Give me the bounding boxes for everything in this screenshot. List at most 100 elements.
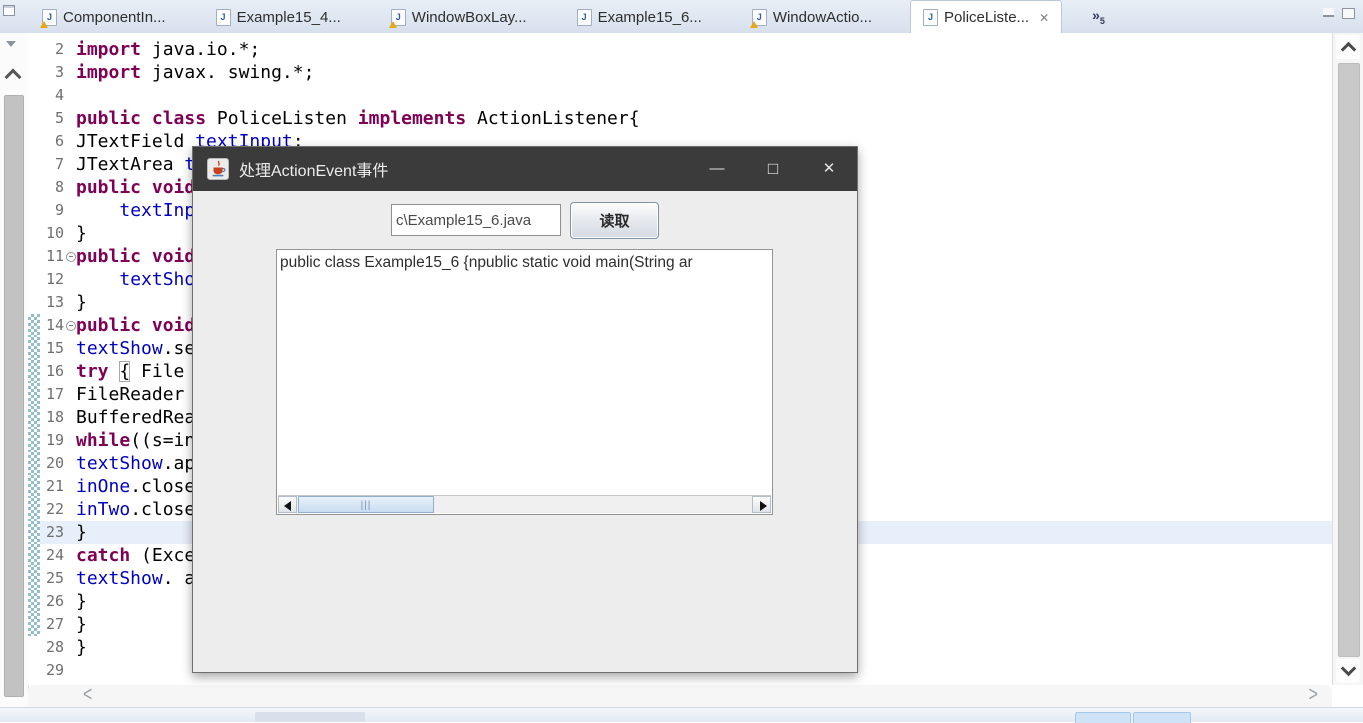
- fold-ruler: [64, 199, 76, 222]
- fold-collapse-icon[interactable]: [66, 321, 76, 331]
- scroll-down-button[interactable]: [1336, 659, 1360, 683]
- file-content-textarea[interactable]: public class Example15_6 {npublic static…: [276, 249, 773, 515]
- annotation-ruler[interactable]: [28, 84, 40, 107]
- annotation-ruler[interactable]: [28, 452, 40, 475]
- code-line-3[interactable]: 3 import javax. swing.*;: [28, 61, 1332, 84]
- taskbar-button-hint[interactable]: [1133, 712, 1191, 723]
- annotation-ruler[interactable]: [28, 337, 40, 360]
- annotation-ruler[interactable]: [28, 360, 40, 383]
- code-text: public class PoliceListen implements Act…: [76, 108, 640, 129]
- tab-windowactio[interactable]: J WindowActio...: [740, 1, 884, 33]
- java-file-icon: J: [923, 9, 939, 26]
- file-path-input[interactable]: [391, 204, 561, 236]
- chevron-up-icon[interactable]: [4, 68, 22, 86]
- annotation-ruler[interactable]: [28, 199, 40, 222]
- dialog-maximize-button[interactable]: □: [745, 147, 801, 191]
- annotation-ruler[interactable]: [28, 613, 40, 636]
- tab-policeliste[interactable]: J PoliceListe... ✕: [910, 0, 1063, 34]
- horizontal-scroll-thumb[interactable]: |||: [298, 496, 434, 513]
- thumb-grip-icon: |||: [360, 500, 372, 511]
- fold-ruler: [64, 107, 76, 130]
- tab-example15-6[interactable]: J Example15_6...: [565, 1, 714, 33]
- dialog-title-bar[interactable]: 处理ActionEvent事件 — □ ✕: [193, 147, 857, 191]
- warning-overlay-icon: [388, 20, 397, 28]
- line-number: 26: [45, 592, 64, 610]
- scroll-right-icon[interactable]: >: [1309, 682, 1318, 711]
- left-triangle-icon: [284, 501, 291, 511]
- annotation-ruler[interactable]: [28, 38, 40, 61]
- java-icon: [207, 158, 229, 180]
- line-number: 24: [45, 546, 64, 564]
- annotation-ruler[interactable]: [28, 636, 40, 659]
- annotation-ruler[interactable]: [28, 544, 40, 567]
- tab-label: WindowBoxLay...: [411, 8, 527, 26]
- code-line-4[interactable]: 4: [28, 84, 1332, 107]
- java-file-icon: J: [388, 8, 406, 28]
- java-file-icon: J: [215, 8, 231, 26]
- restore-views-icon[interactable]: [3, 5, 15, 16]
- fold-ruler: [64, 429, 76, 452]
- annotation-ruler[interactable]: [28, 153, 40, 176]
- annotation-ruler[interactable]: [28, 567, 40, 590]
- editor-vertical-scrollbar[interactable]: [1332, 33, 1363, 685]
- fold-ruler: [64, 544, 76, 567]
- tab-windowboxlay[interactable]: J WindowBoxLay...: [379, 1, 539, 33]
- code-text: import javax. swing.*;: [76, 62, 315, 83]
- textarea-horizontal-scrollbar[interactable]: |||: [278, 495, 771, 513]
- annotation-ruler[interactable]: [28, 659, 40, 682]
- tab-label: Example15_6...: [597, 8, 702, 26]
- line-number: 22: [45, 500, 64, 518]
- annotation-ruler[interactable]: [28, 406, 40, 429]
- annotation-ruler[interactable]: [28, 498, 40, 521]
- minimize-view-icon[interactable]: [1323, 8, 1334, 17]
- code-line-2[interactable]: 2 import java.io.*;: [28, 38, 1332, 61]
- annotation-ruler[interactable]: [28, 521, 40, 544]
- annotation-ruler[interactable]: [28, 429, 40, 452]
- annotation-ruler[interactable]: [28, 130, 40, 153]
- annotation-ruler[interactable]: [28, 475, 40, 498]
- dialog-close-button[interactable]: ✕: [801, 147, 857, 191]
- tab-close-icon[interactable]: ✕: [1039, 11, 1049, 25]
- annotation-ruler[interactable]: [28, 176, 40, 199]
- annotation-ruler[interactable]: [28, 222, 40, 245]
- tab-overflow-chevron[interactable]: » 5: [1092, 8, 1105, 27]
- read-button[interactable]: 读取: [570, 202, 659, 239]
- taskbar-button-hint[interactable]: [1075, 712, 1131, 723]
- annotation-ruler[interactable]: [28, 107, 40, 130]
- collapsed-panel-bar[interactable]: [4, 95, 24, 697]
- left-view-strip: [0, 33, 29, 721]
- line-number: 2: [54, 40, 64, 58]
- annotation-ruler[interactable]: [28, 383, 40, 406]
- line-number: 29: [45, 661, 64, 679]
- fold-ruler: [64, 153, 76, 176]
- scroll-right-button[interactable]: [752, 496, 771, 513]
- line-number: 9: [54, 201, 64, 219]
- fold-ruler: [64, 245, 76, 268]
- java-file-icon: J: [40, 8, 57, 28]
- triangle-down-icon[interactable]: [6, 41, 16, 47]
- annotation-ruler[interactable]: [28, 314, 40, 337]
- annotation-ruler[interactable]: [28, 268, 40, 291]
- scroll-left-button[interactable]: [278, 496, 297, 513]
- line-number: 6: [54, 132, 64, 150]
- scroll-left-icon[interactable]: <: [83, 682, 92, 711]
- vertical-scroll-thumb[interactable]: [1338, 63, 1360, 657]
- tab-componentin[interactable]: J ComponentIn...: [30, 1, 178, 33]
- annotation-ruler[interactable]: [28, 590, 40, 613]
- code-line-5[interactable]: 5 public class PoliceListen implements Ac…: [28, 107, 1332, 130]
- maximize-view-icon[interactable]: [1342, 8, 1355, 19]
- fold-ruler: [64, 590, 76, 613]
- action-event-dialog: 处理ActionEvent事件 — □ ✕ 读取 public class Ex…: [192, 146, 858, 673]
- taskbar-edge: [0, 707, 1363, 723]
- fold-ruler: [64, 521, 76, 544]
- fold-ruler: [64, 498, 76, 521]
- tab-example15-4[interactable]: J Example15_4...: [204, 1, 353, 33]
- annotation-ruler[interactable]: [28, 291, 40, 314]
- dialog-minimize-button[interactable]: —: [689, 147, 745, 191]
- scroll-up-button[interactable]: [1336, 35, 1360, 59]
- line-number: 25: [45, 569, 64, 587]
- annotation-ruler[interactable]: [28, 61, 40, 84]
- fold-collapse-icon[interactable]: [66, 252, 76, 262]
- editor-horizontal-scrollbar[interactable]: < >: [28, 684, 1332, 707]
- annotation-ruler[interactable]: [28, 245, 40, 268]
